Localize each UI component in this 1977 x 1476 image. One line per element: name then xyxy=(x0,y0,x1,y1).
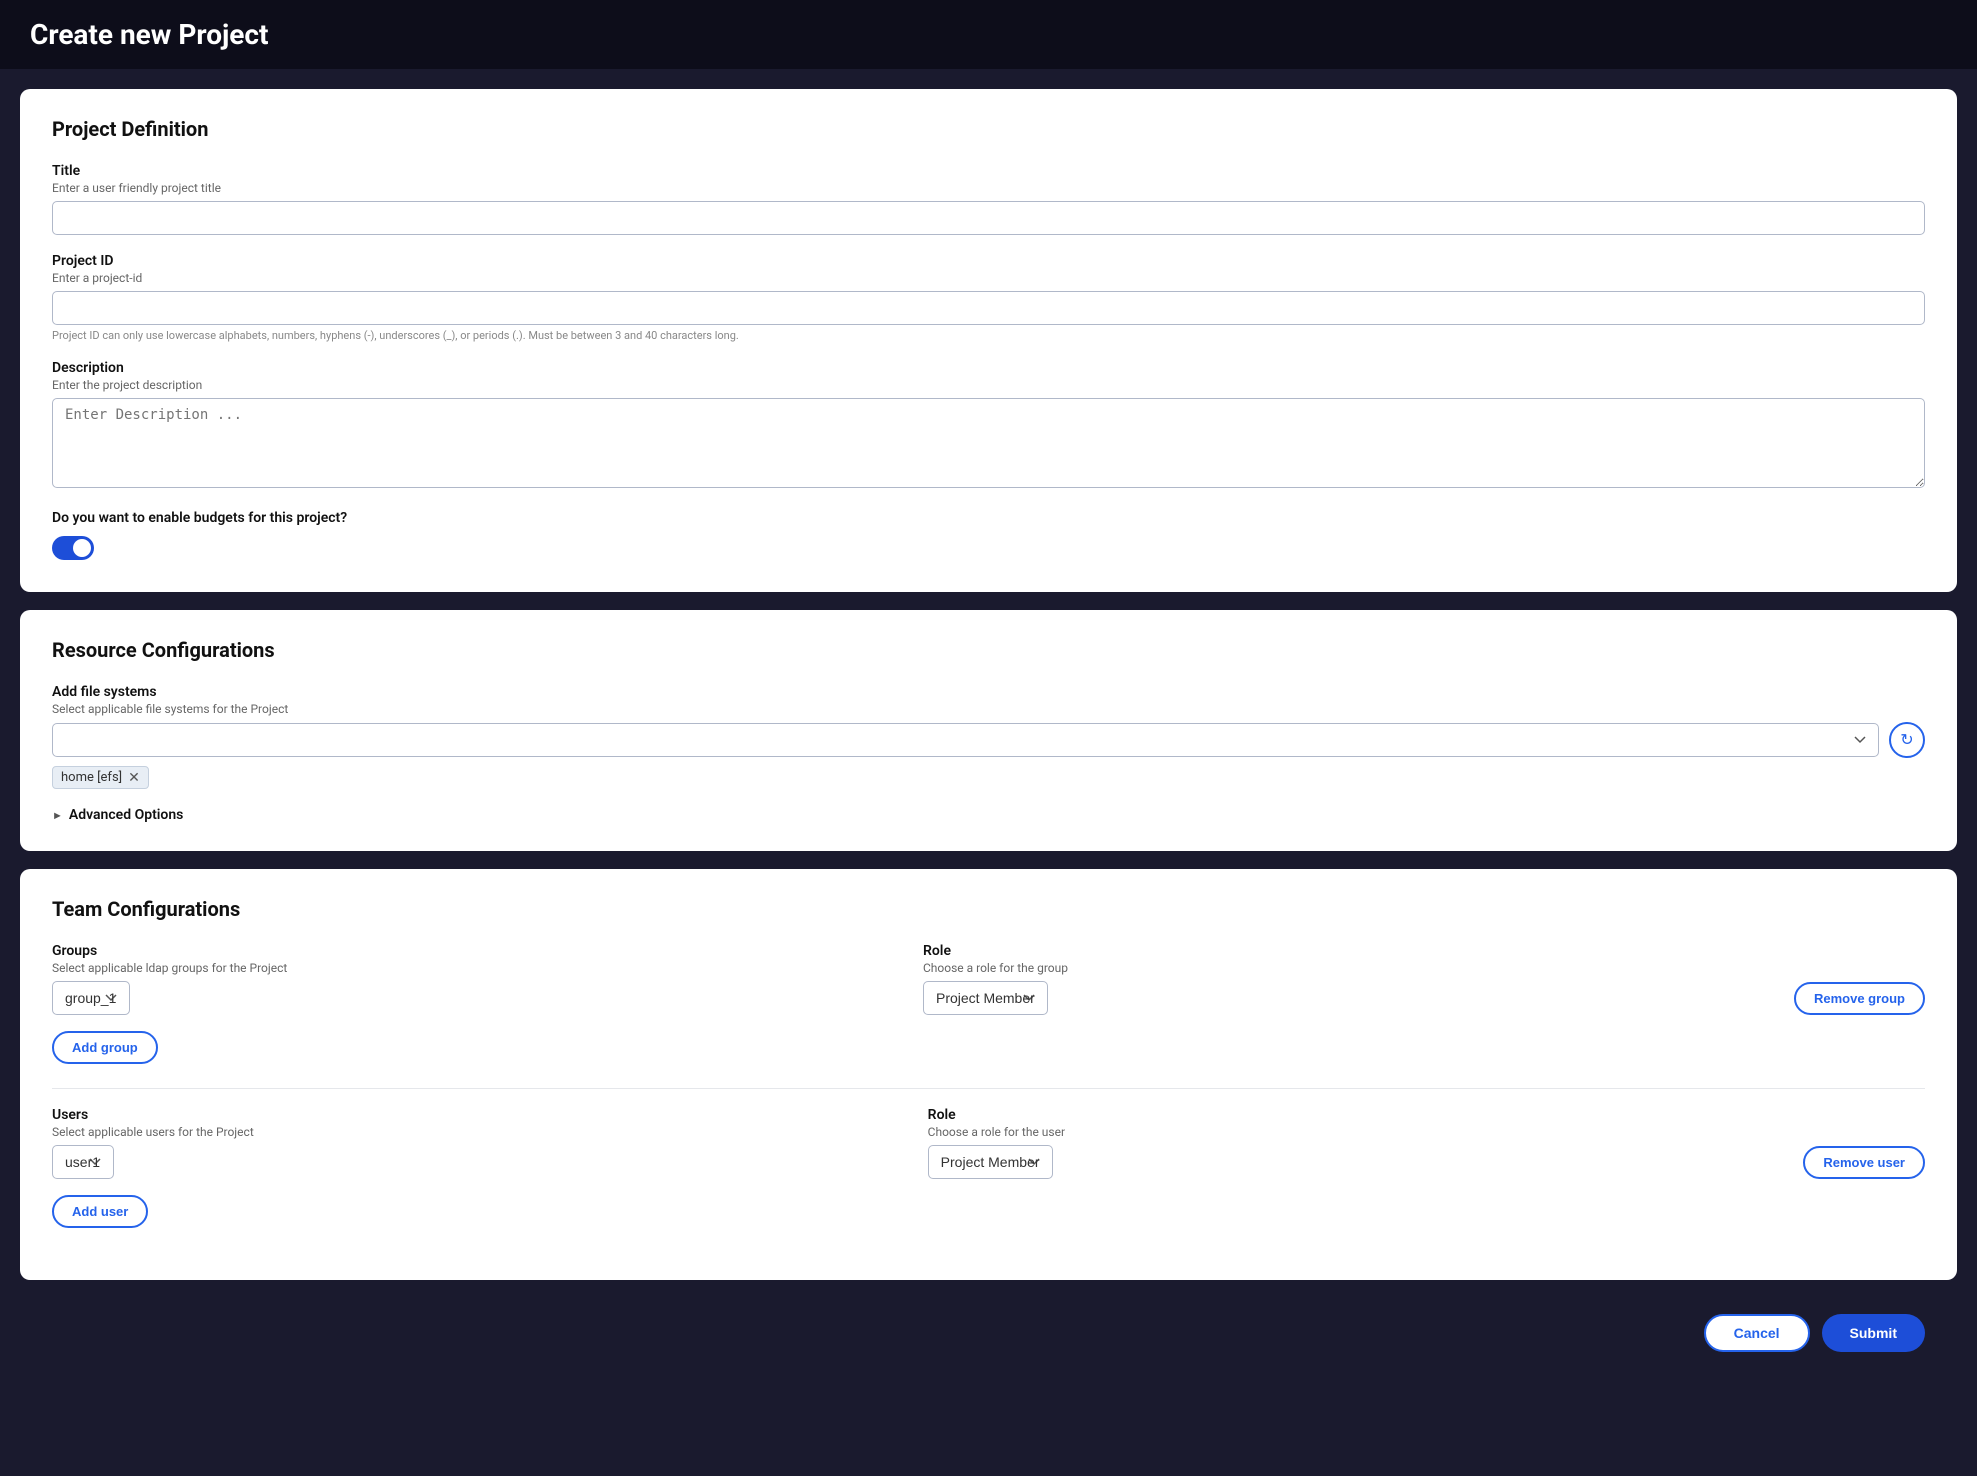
title-group: Title Enter a user friendly project titl… xyxy=(52,163,1925,235)
refresh-button[interactable]: ↻ xyxy=(1889,722,1925,758)
user-role-select-1[interactable]: Project Member Project Admin Project Vie… xyxy=(928,1145,1053,1179)
group-role-col: Role Choose a role for the group Project… xyxy=(923,943,1774,1015)
toggle-slider xyxy=(52,536,94,560)
users-label: Users xyxy=(52,1107,908,1123)
user-role-label: Role xyxy=(928,1107,1784,1123)
group-row-1: Groups Select applicable ldap groups for… xyxy=(52,943,1925,1015)
file-systems-row: ↻ xyxy=(52,722,1925,758)
bottom-actions: Cancel Submit xyxy=(20,1298,1957,1368)
project-id-label: Project ID xyxy=(52,253,1925,269)
project-id-hint-below: Project ID can only use lowercase alphab… xyxy=(52,329,1925,342)
title-input[interactable] xyxy=(52,201,1925,235)
user-row-1: Users Select applicable users for the Pr… xyxy=(52,1107,1925,1179)
team-configurations-title: Team Configurations xyxy=(52,897,1925,921)
group-role-select-1[interactable]: Project Member Project Admin Project Vie… xyxy=(923,981,1048,1015)
add-user-button[interactable]: Add user xyxy=(52,1195,148,1228)
tag-remove-icon[interactable]: ✕ xyxy=(128,771,140,785)
file-systems-hint: Select applicable file systems for the P… xyxy=(52,702,1925,716)
description-group: Description Enter the project descriptio… xyxy=(52,360,1925,492)
file-systems-label: Add file systems xyxy=(52,684,1925,700)
add-group-button[interactable]: Add group xyxy=(52,1031,158,1064)
project-definition-title: Project Definition xyxy=(52,117,1925,141)
page-title: Create new Project xyxy=(30,18,1947,51)
advanced-options-toggle[interactable]: ► Advanced Options xyxy=(52,807,1925,823)
user-remove-col: Remove user xyxy=(1803,1146,1925,1179)
team-divider xyxy=(52,1088,1925,1089)
file-systems-select[interactable] xyxy=(52,723,1879,757)
advanced-options-label: Advanced Options xyxy=(69,807,183,823)
group-col: Groups Select applicable ldap groups for… xyxy=(52,943,903,1015)
add-group-row: Add group xyxy=(52,1031,1925,1064)
page-header: Create new Project xyxy=(0,0,1977,69)
user-role-col: Role Choose a role for the user Project … xyxy=(928,1107,1784,1179)
submit-button[interactable]: Submit xyxy=(1822,1314,1925,1352)
user-select-1[interactable]: user1 xyxy=(52,1145,114,1179)
selected-tags: home [efs] ✕ xyxy=(52,758,1925,789)
group-role-hint: Choose a role for the group xyxy=(923,961,1774,975)
project-id-group: Project ID Enter a project-id Project ID… xyxy=(52,253,1925,342)
group-remove-col: Remove group xyxy=(1794,982,1925,1015)
file-systems-group: Add file systems Select applicable file … xyxy=(52,684,1925,789)
remove-group-button[interactable]: Remove group xyxy=(1794,982,1925,1015)
tag-label: home [efs] xyxy=(61,770,122,785)
add-user-row: Add user xyxy=(52,1195,1925,1228)
refresh-icon: ↻ xyxy=(1900,730,1913,750)
advanced-options-arrow: ► xyxy=(52,809,63,822)
project-id-input[interactable] xyxy=(52,291,1925,325)
group-role-label: Role xyxy=(923,943,1774,959)
description-input[interactable] xyxy=(52,398,1925,488)
group-select-1[interactable]: group_1 xyxy=(52,981,130,1015)
users-hint: Select applicable users for the Project xyxy=(52,1125,908,1139)
team-configurations-card: Team Configurations Groups Select applic… xyxy=(20,869,1957,1280)
resource-configurations-card: Resource Configurations Add file systems… xyxy=(20,610,1957,851)
user-role-hint: Choose a role for the user xyxy=(928,1125,1784,1139)
budget-label: Do you want to enable budgets for this p… xyxy=(52,510,347,526)
project-definition-card: Project Definition Title Enter a user fr… xyxy=(20,89,1957,592)
title-hint: Enter a user friendly project title xyxy=(52,181,1925,195)
user-col: Users Select applicable users for the Pr… xyxy=(52,1107,908,1179)
advanced-options-section: ► Advanced Options xyxy=(52,807,1925,823)
groups-hint: Select applicable ldap groups for the Pr… xyxy=(52,961,903,975)
remove-user-button[interactable]: Remove user xyxy=(1803,1146,1925,1179)
description-label: Description xyxy=(52,360,1925,376)
cancel-button[interactable]: Cancel xyxy=(1704,1314,1810,1352)
file-system-tag: home [efs] ✕ xyxy=(52,766,149,789)
description-hint: Enter the project description xyxy=(52,378,1925,392)
budget-toggle[interactable] xyxy=(52,536,94,560)
project-id-hint: Enter a project-id xyxy=(52,271,1925,285)
budget-toggle-row: Do you want to enable budgets for this p… xyxy=(52,510,1925,526)
resource-configurations-title: Resource Configurations xyxy=(52,638,1925,662)
groups-label: Groups xyxy=(52,943,903,959)
title-label: Title xyxy=(52,163,1925,179)
